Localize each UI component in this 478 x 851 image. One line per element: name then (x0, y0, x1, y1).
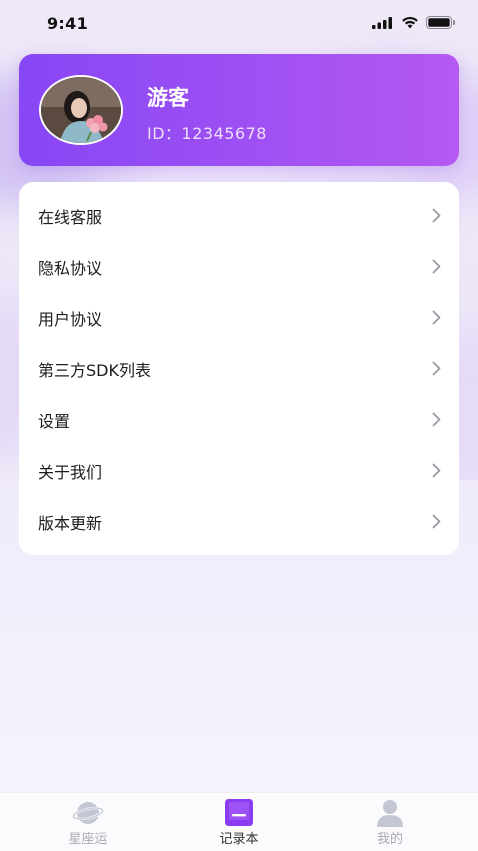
menu-item-label: 隐私协议 (38, 258, 103, 278)
menu-item-about-us[interactable]: 关于我们 (19, 445, 459, 496)
tab-mine[interactable]: 我的 (330, 793, 450, 851)
status-time: 9:41 (47, 14, 88, 33)
notebook-icon (225, 799, 253, 826)
avatar[interactable] (39, 75, 123, 145)
chevron-right-icon (432, 463, 441, 478)
profile-card[interactable]: 游客 ID：12345678 (19, 54, 459, 166)
avatar-image (41, 77, 121, 143)
menu-item-label: 关于我们 (38, 462, 103, 482)
tab-notebook[interactable]: 记录本 (179, 793, 299, 851)
menu-item-label: 设置 (38, 411, 71, 431)
person-icon (377, 800, 403, 827)
bottom-tab-bar: 星座运 记录本 我的 (0, 792, 478, 851)
profile-id: ID：12345678 (147, 124, 267, 143)
battery-icon (426, 16, 455, 29)
profile-name: 游客 (147, 86, 189, 110)
tab-label: 星座运 (68, 832, 108, 847)
menu-item-third-party-sdk[interactable]: 第三方SDK列表 (19, 343, 459, 394)
planet-icon (72, 802, 104, 824)
menu-item-label: 用户协议 (38, 309, 103, 329)
chevron-right-icon (432, 361, 441, 376)
chevron-right-icon (432, 412, 441, 427)
menu-item-label: 在线客服 (38, 207, 103, 227)
menu-item-label: 版本更新 (38, 513, 103, 533)
menu-item-user-agreement[interactable]: 用户协议 (19, 292, 459, 343)
menu-item-privacy-policy[interactable]: 隐私协议 (19, 241, 459, 292)
tab-label: 记录本 (219, 832, 259, 847)
status-icons (372, 16, 456, 29)
tab-label: 我的 (376, 832, 403, 847)
cellular-signal-icon (372, 16, 392, 29)
menu-item-online-service[interactable]: 在线客服 (19, 190, 459, 241)
status-bar: 9:41 (0, 0, 478, 48)
menu-list: 在线客服 隐私协议 用户协议 第三方SDK列表 设置 关于我们 版本更新 (19, 182, 459, 555)
chevron-right-icon (432, 208, 441, 223)
menu-item-settings[interactable]: 设置 (19, 394, 459, 445)
tab-horoscope[interactable]: 星座运 (28, 793, 148, 851)
menu-item-label: 第三方SDK列表 (38, 360, 151, 380)
chevron-right-icon (432, 259, 441, 274)
chevron-right-icon (432, 514, 441, 529)
chevron-right-icon (432, 310, 441, 325)
wifi-icon (402, 16, 418, 29)
menu-item-version-update[interactable]: 版本更新 (19, 496, 459, 547)
